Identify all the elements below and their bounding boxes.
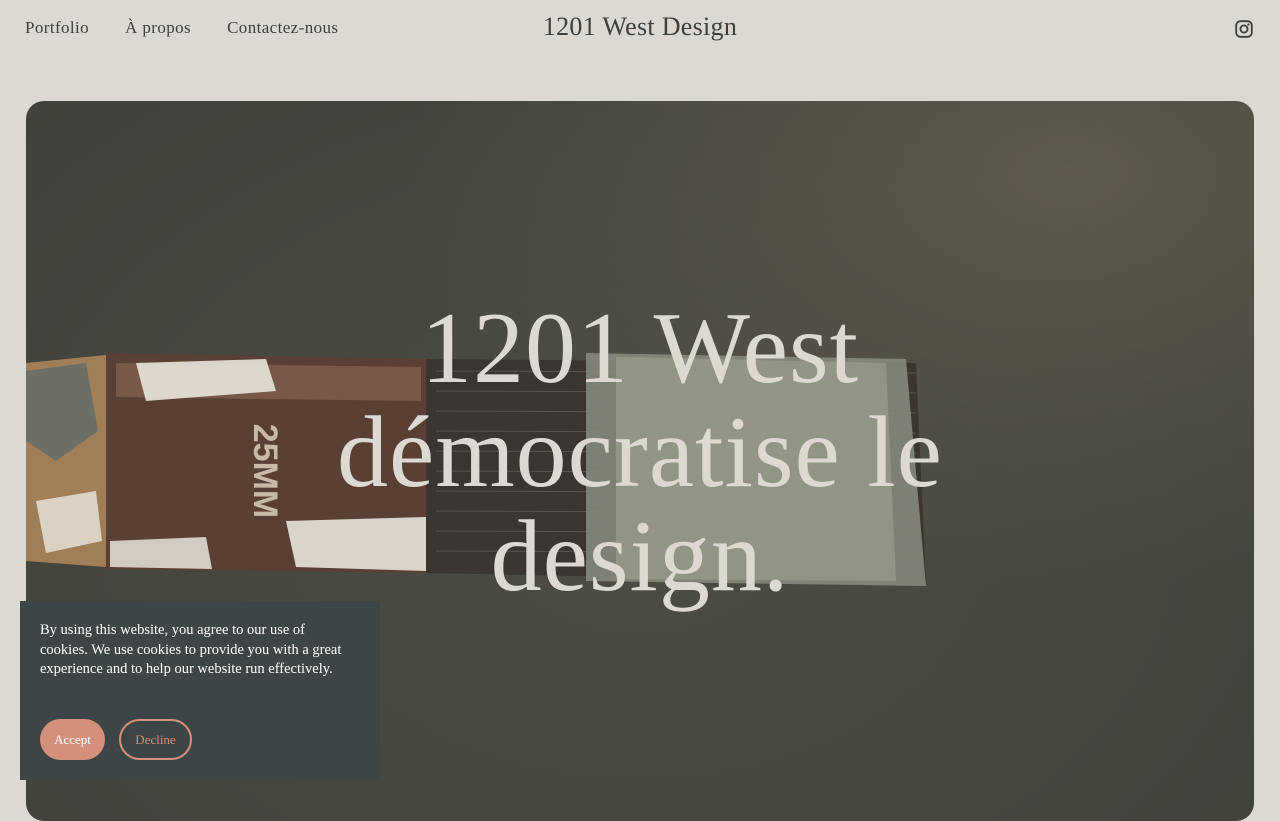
hero-headline-line: design. bbox=[490, 500, 790, 613]
cookie-banner: By using this website, you agree to our … bbox=[20, 601, 380, 780]
cookie-actions: Accept Decline bbox=[40, 719, 192, 760]
hero-headline-line: 1201 West bbox=[420, 292, 860, 405]
site-title[interactable]: 1201 West Design bbox=[0, 12, 1280, 42]
hero-headline: 1201 West démocratise le design. bbox=[26, 297, 1254, 609]
cookie-message: By using this website, you agree to our … bbox=[40, 622, 342, 678]
hero-headline-line: démocratise le bbox=[337, 396, 943, 509]
accept-button[interactable]: Accept bbox=[40, 719, 105, 760]
site-header: Portfolio À propos Contactez-nous 1201 W… bbox=[0, 0, 1280, 60]
instagram-icon[interactable] bbox=[1235, 20, 1253, 38]
decline-button[interactable]: Decline bbox=[119, 719, 192, 760]
